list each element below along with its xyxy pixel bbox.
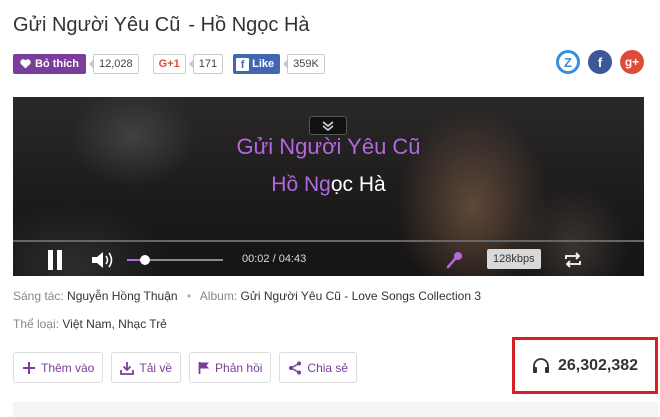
song-actions: Thêm vào Tải về Phản hồi Chia sẻ: [13, 352, 358, 383]
download-label: Tải về: [139, 360, 173, 375]
facebook-like-button[interactable]: f Like: [233, 54, 281, 74]
song-title-bar: Gửi Người Yêu Cũ - Hồ Ngọc Hà: [13, 14, 310, 37]
chevron-double-down-icon: [322, 120, 334, 131]
social-buttons: Bỏ thích 12,028 G+1 171 f Like 359K: [13, 54, 325, 74]
unlike-label: Bỏ thích: [35, 58, 79, 70]
listen-count-box: 26,302,382: [512, 337, 658, 394]
facebook-icon: f: [236, 57, 250, 71]
separator-dot: •: [186, 289, 192, 303]
zalo-share-icon[interactable]: Z: [556, 50, 580, 74]
quality-button[interactable]: 128kbps: [487, 249, 541, 269]
feedback-button[interactable]: Phản hồi: [189, 352, 272, 383]
headphones-icon: [532, 357, 549, 373]
download-icon: [120, 361, 135, 375]
unlike-button[interactable]: Bỏ thích: [13, 54, 86, 74]
microphone-icon[interactable]: [445, 250, 465, 270]
seek-bar[interactable]: [13, 240, 644, 242]
lyric-line-2: Hồ Ngọc Hà: [13, 173, 644, 197]
album-label: Album:: [199, 289, 238, 303]
download-button[interactable]: Tải về: [111, 352, 182, 383]
listen-count: 26,302,382: [557, 356, 639, 374]
add-to-playlist-label: Thêm vào: [41, 360, 95, 375]
song-credits: Sáng tác: Nguyễn Hồng Thuận • Album: Gửi…: [13, 289, 481, 303]
repeat-icon[interactable]: [563, 250, 583, 270]
volume-knob[interactable]: [140, 255, 151, 265]
share-icon: [289, 361, 302, 374]
volume-slider[interactable]: [127, 255, 223, 265]
genre-label: Thể loại:: [13, 317, 60, 331]
like-count: 12,028: [89, 54, 139, 74]
heart-icon: [20, 59, 31, 69]
facebook-share-icon[interactable]: f: [588, 50, 612, 74]
facebook-like-count: 359K: [283, 54, 325, 74]
add-to-playlist-button[interactable]: Thêm vào: [13, 352, 104, 383]
genre-links[interactable]: Việt Nam, Nhạc Trẻ: [62, 317, 166, 331]
gplus-button[interactable]: G+1: [152, 54, 186, 74]
song-genre: Thể loại: Việt Nam, Nhạc Trẻ: [13, 317, 167, 331]
song-title: Gửi Người Yêu Cũ: [13, 14, 181, 36]
composer-label: Sáng tác:: [13, 289, 64, 303]
player-controls: 00:02 / 04:43 128kbps: [13, 244, 644, 276]
composer-link[interactable]: Nguyễn Hồng Thuận: [67, 289, 178, 303]
content-below: [13, 402, 658, 417]
song-artist[interactable]: - Hồ Ngọc Hà: [188, 14, 309, 36]
volume-icon[interactable]: [91, 251, 117, 269]
lyric-unsung-part: ọc Hà: [330, 173, 386, 196]
lyric-sung-part: Hồ Ng: [271, 173, 331, 196]
facebook-like-label: Like: [252, 58, 275, 70]
share-button[interactable]: Chia sẻ: [279, 352, 358, 383]
collapse-lyrics-button[interactable]: [309, 116, 347, 135]
lyric-line-1: Gửi Người Yêu Cũ: [236, 134, 421, 159]
gplus-share-icon[interactable]: g+: [620, 50, 644, 74]
feedback-label: Phản hồi: [215, 360, 263, 375]
gplus-count: 171: [188, 54, 224, 74]
plus-icon: [23, 361, 35, 374]
playback-time: 00:02 / 04:43: [242, 253, 307, 265]
flag-icon: [198, 361, 210, 374]
album-link[interactable]: Gửi Người Yêu Cũ - Love Songs Collection…: [241, 289, 482, 303]
share-label: Chia sẻ: [307, 360, 349, 375]
music-player: Gửi Người Yêu Cũ Hồ Ngọc Hà 00:02 / 04:4…: [13, 97, 644, 276]
share-icons: Z f g+: [556, 50, 644, 74]
pause-icon[interactable]: [46, 250, 64, 270]
